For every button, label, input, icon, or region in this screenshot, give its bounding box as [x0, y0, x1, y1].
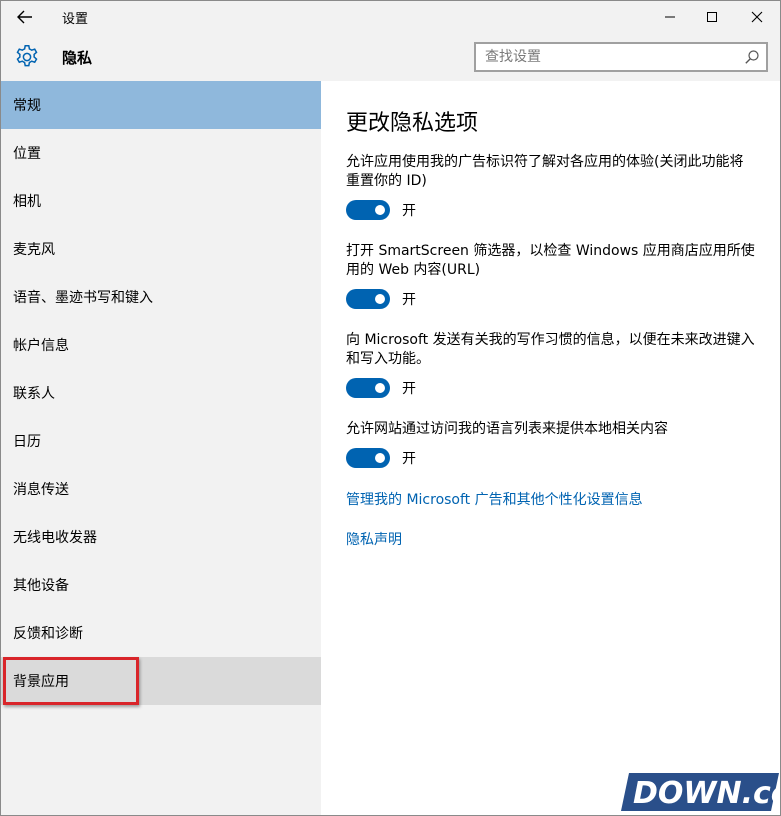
window-title: 设置: [62, 12, 89, 27]
manage-ads-link[interactable]: 管理我的 Microsoft 广告和其他个性化设置信息: [346, 489, 643, 509]
minimize-button[interactable]: [648, 1, 692, 33]
maximize-icon: [707, 12, 717, 22]
sidebar-item-label: 反馈和诊断: [13, 626, 83, 642]
toggle-state-label: 开: [402, 203, 416, 219]
title-bar: 设置: [1, 1, 780, 33]
toggle-state-label: 开: [402, 381, 416, 397]
sidebar-item-label: 消息传送: [13, 482, 69, 498]
toggle-knob: [375, 453, 385, 463]
main-content: 更改隐私选项 允许应用使用我的广告标识符了解对各应用的体验(关闭此功能将重置你的…: [321, 81, 780, 815]
setting-smartscreen-toggle-row: 开: [346, 289, 416, 309]
sidebar-item-calendar[interactable]: 日历: [1, 417, 321, 465]
sidebar-item-location[interactable]: 位置: [1, 129, 321, 177]
sidebar-item-other-devices[interactable]: 其他设备: [1, 561, 321, 609]
arrow-left-icon: [17, 10, 32, 24]
sidebar-item-radios[interactable]: 无线电收发器: [1, 513, 321, 561]
search-box[interactable]: [474, 42, 768, 72]
sidebar-item-label: 麦克风: [13, 242, 55, 258]
close-icon: [751, 11, 763, 23]
toggle-knob: [375, 383, 385, 393]
sidebar-item-label: 无线电收发器: [13, 530, 97, 546]
privacy-statement-link[interactable]: 隐私声明: [346, 529, 402, 549]
sidebar-item-label: 日历: [13, 434, 41, 450]
setting-writing-info-toggle-row: 开: [346, 378, 416, 398]
page-header: 隐私: [1, 33, 780, 81]
toggle-knob: [375, 205, 385, 215]
sidebar-item-messaging[interactable]: 消息传送: [1, 465, 321, 513]
close-button[interactable]: [735, 1, 779, 33]
sidebar-item-label: 背景应用: [13, 674, 69, 690]
sidebar-item-label: 位置: [13, 146, 41, 162]
sidebar-item-label: 相机: [13, 194, 41, 210]
search-icon[interactable]: [744, 49, 760, 65]
sidebar-item-label: 其他设备: [13, 578, 69, 594]
sidebar-item-speech-inking-typing[interactable]: 语音、墨迹书写和键入: [1, 273, 321, 321]
back-button[interactable]: [11, 5, 39, 29]
gear-icon: [16, 45, 38, 67]
minimize-icon: [665, 16, 675, 18]
sidebar-item-label: 常规: [13, 98, 41, 114]
setting-language-list-toggle-row: 开: [346, 448, 416, 468]
sidebar-item-contacts[interactable]: 联系人: [1, 369, 321, 417]
sidebar-item-feedback-diagnostics[interactable]: 反馈和诊断: [1, 609, 321, 657]
setting-language-list-description: 允许网站通过访问我的语言列表来提供本地相关内容: [346, 421, 668, 437]
setting-advertising-id-toggle-row: 开: [346, 200, 416, 220]
page-heading: 更改隐私选项: [346, 111, 479, 136]
sidebar-item-account-info[interactable]: 帐户信息: [1, 321, 321, 369]
setting-writing-info-description: 向 Microsoft 发送有关我的写作习惯的信息，以便在未来改进键入和写入功能…: [346, 332, 755, 367]
sidebar-item-general[interactable]: 常规: [1, 81, 321, 129]
sidebar-item-label: 帐户信息: [13, 338, 69, 354]
toggle-knob: [375, 294, 385, 304]
smartscreen-toggle[interactable]: [346, 289, 390, 309]
sidebar-item-label: 语音、墨迹书写和键入: [13, 290, 153, 306]
sidebar-item-label: 联系人: [13, 386, 55, 402]
section-title: 隐私: [62, 49, 93, 67]
language-list-toggle[interactable]: [346, 448, 390, 468]
toggle-state-label: 开: [402, 451, 416, 467]
watermark-logo: DOWN.cc: [621, 773, 781, 811]
setting-smartscreen-description: 打开 SmartScreen 筛选器，以检查 Windows 应用商店应用所使用…: [346, 243, 755, 278]
advertising-id-toggle[interactable]: [346, 200, 390, 220]
sidebar-item-microphone[interactable]: 麦克风: [1, 225, 321, 273]
toggle-state-label: 开: [402, 292, 416, 308]
watermark-text: DOWN.cc: [633, 776, 781, 811]
search-input[interactable]: [476, 44, 726, 70]
maximize-button[interactable]: [690, 1, 734, 33]
settings-window: 设置 隐私 常规 位置 相机 麦克风: [0, 0, 781, 816]
sidebar-item-background-apps[interactable]: 背景应用: [1, 657, 321, 705]
sidebar-nav: 常规 位置 相机 麦克风 语音、墨迹书写和键入 帐户信息 联系人 日历 消息传送…: [1, 81, 321, 815]
writing-info-toggle[interactable]: [346, 378, 390, 398]
setting-advertising-id-description: 允许应用使用我的广告标识符了解对各应用的体验(关闭此功能将重置你的 ID): [346, 154, 744, 189]
sidebar-item-camera[interactable]: 相机: [1, 177, 321, 225]
